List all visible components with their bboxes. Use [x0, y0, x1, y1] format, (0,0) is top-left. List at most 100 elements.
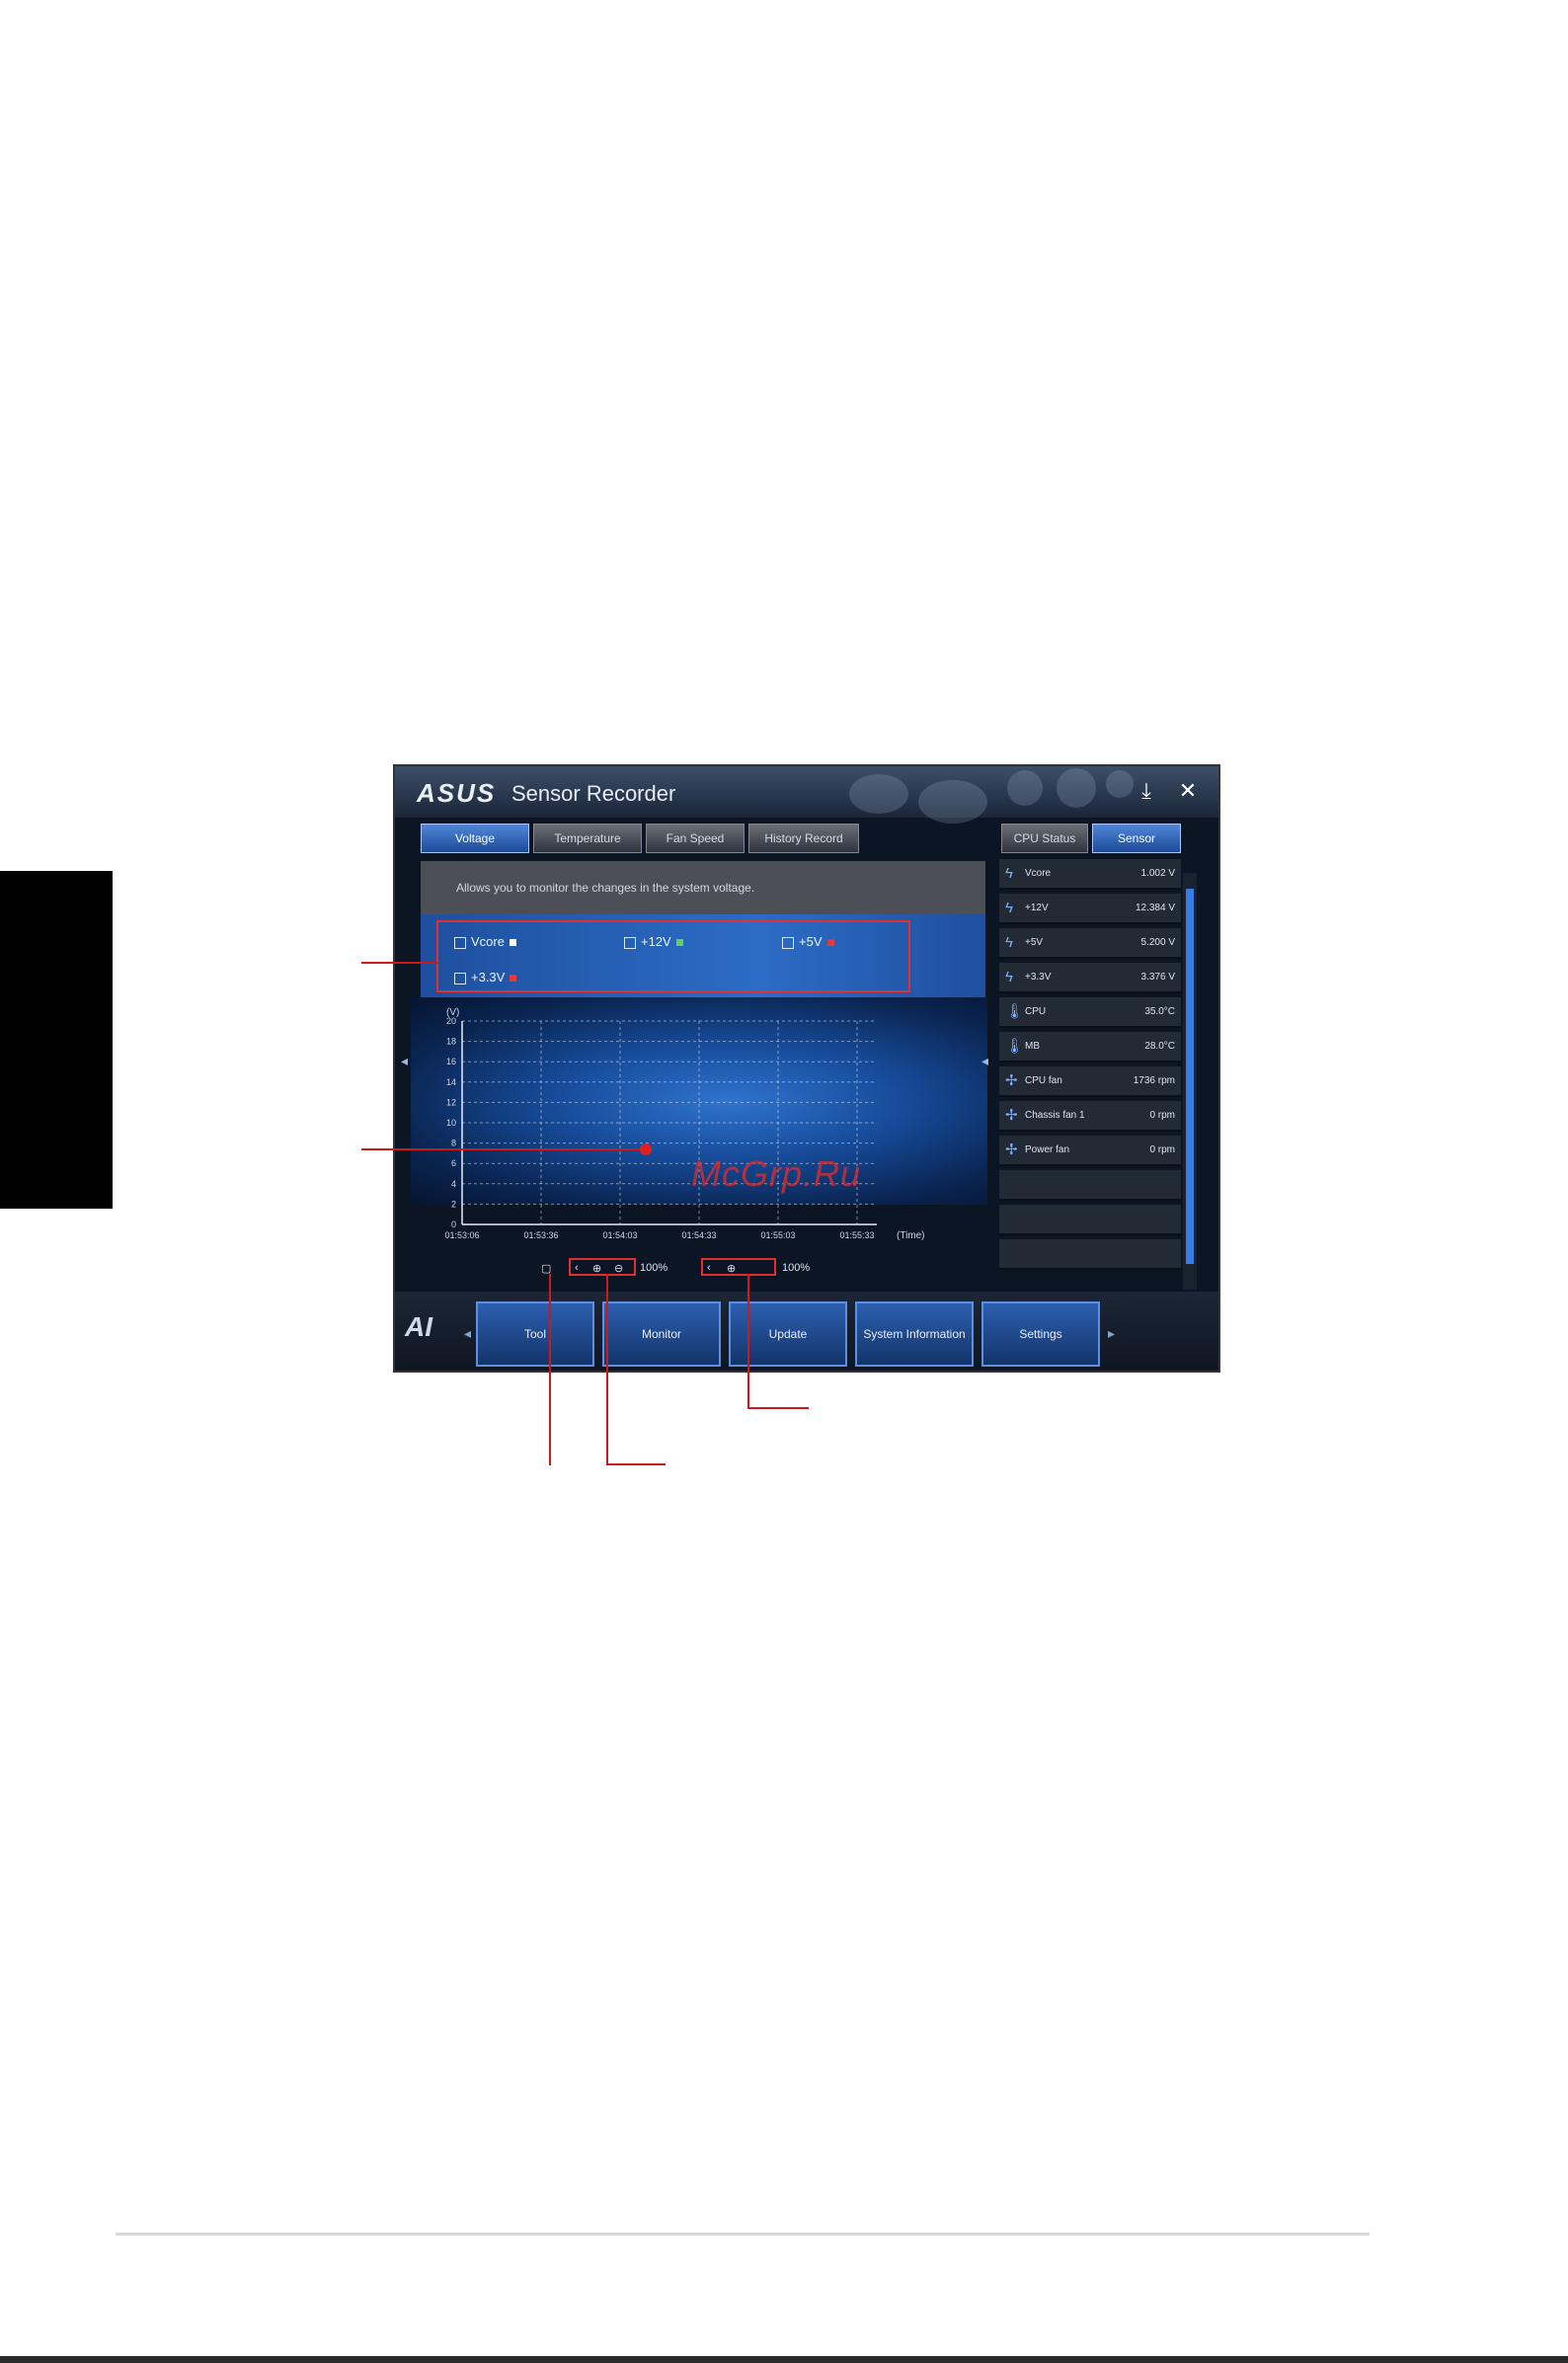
nav-scroll-right-icon[interactable]: ▸	[1108, 1325, 1115, 1342]
nav-button-update[interactable]: Update	[729, 1301, 847, 1367]
thermometer-icon: 🌡	[1005, 1038, 1025, 1055]
minimize-button[interactable]: ⤓	[1134, 778, 1159, 804]
lightning-icon: ϟ	[1005, 900, 1013, 916]
horizontal-zoom-callout	[569, 1258, 636, 1276]
voltage-chart: (V)0246810121416182001:53:06 01:53:36 01:5…	[444, 1007, 925, 1241]
asus-logo: ASUS	[417, 778, 497, 808]
sensor-recorder-window: ASUS Sensor Recorder ⤓ ✕ Voltage Tempera…	[393, 764, 1220, 1373]
nav-button-settings[interactable]: Settings	[981, 1301, 1100, 1367]
sensor-row-12v: ϟ +12V 12.384 V	[999, 894, 1181, 924]
checkbox-3-3v[interactable]: +3.3V	[454, 970, 517, 985]
callout-line-horizontal-zoom-h	[606, 1463, 666, 1465]
sensor-row-empty	[999, 1239, 1181, 1270]
sensor-label: +12V	[1025, 903, 1049, 913]
callout-line-vertical-zoom	[747, 1274, 749, 1408]
close-button[interactable]: ✕	[1175, 778, 1201, 804]
fan-icon: ✢	[1005, 1072, 1018, 1089]
y-tick-label: 12	[446, 1097, 456, 1107]
sensor-row-5v: ϟ +5V 5.200 V	[999, 928, 1181, 959]
y-tick-label: 18	[446, 1037, 456, 1047]
sensor-label: MB	[1025, 1041, 1040, 1052]
scroll-down-icon[interactable]: ‹	[707, 1262, 711, 1274]
lightning-icon: ϟ	[1005, 934, 1013, 951]
sensor-value: 0 rpm	[1149, 1110, 1175, 1121]
tab-history-record[interactable]: History Record	[748, 824, 859, 853]
tab-temperature[interactable]: Temperature	[533, 824, 642, 853]
x-tick-label: 01:55:33	[839, 1230, 874, 1240]
checkbox-icon	[624, 936, 636, 949]
nav-button-monitor[interactable]: Monitor	[602, 1301, 721, 1367]
nav-button-tool[interactable]: Tool	[476, 1301, 594, 1367]
sensor-value: 0 rpm	[1149, 1144, 1175, 1155]
checkbox-icon	[454, 972, 466, 985]
x-tick-label: 01:55:03	[760, 1230, 795, 1240]
sensor-label: +3.3V	[1025, 972, 1052, 983]
sensor-value: 1.002 V	[1140, 868, 1175, 879]
scroll-left-icon[interactable]: ‹	[575, 1262, 579, 1274]
x-tick-label: 01:54:03	[602, 1230, 637, 1240]
sensor-label: CPU fan	[1025, 1075, 1062, 1086]
callout-line-vertical-zoom-h	[747, 1407, 809, 1409]
sensor-value: 3.376 V	[1140, 972, 1175, 983]
checkbox-icon	[454, 936, 466, 949]
fan-icon: ✢	[1005, 1107, 1018, 1124]
sensor-label: Vcore	[1025, 868, 1052, 879]
tab-voltage[interactable]: Voltage	[421, 824, 529, 853]
y-tick-label: 20	[446, 1016, 456, 1026]
checkbox-label: +3.3V	[471, 970, 506, 985]
x-axis-label: (Time)	[897, 1230, 925, 1241]
chapter-side-tab	[0, 871, 113, 1209]
callout-line-checkboxes	[361, 962, 438, 964]
fan-icon: ✢	[1005, 1142, 1018, 1158]
sensor-row-mb: 🌡 MB 28.0°C	[999, 1032, 1181, 1063]
vertical-zoom-in-icon[interactable]: ⊕	[727, 1262, 736, 1275]
sensor-value: 35.0°C	[1144, 1006, 1175, 1017]
checkbox-icon	[782, 936, 794, 949]
vertical-zoom-callout	[701, 1258, 776, 1276]
sensor-row-empty	[999, 1170, 1181, 1201]
lightning-icon: ϟ	[1005, 865, 1013, 882]
vertical-zoom-level: 100%	[782, 1262, 811, 1274]
y-tick-label: 4	[451, 1179, 456, 1189]
checkbox-vcore[interactable]: Vcore	[454, 934, 516, 949]
zoom-in-icon[interactable]: ⊕	[592, 1262, 601, 1275]
sensor-row-cpu-fan: ✢ CPU fan 1736 rpm	[999, 1066, 1181, 1097]
window-title: Sensor Recorder	[511, 781, 676, 806]
nav-scroll-left-icon[interactable]: ◂	[464, 1325, 471, 1342]
zoom-out-icon[interactable]: ⊖	[614, 1262, 623, 1275]
callout-line-horizontal-zoom	[606, 1274, 608, 1465]
sensor-value: 1736 rpm	[1133, 1075, 1175, 1086]
sensor-label: Chassis fan 1	[1025, 1110, 1085, 1121]
bottom-navigation: AI ◂ Tool Monitor Update System Informat…	[395, 1292, 1218, 1371]
checkbox-12v[interactable]: +12V	[624, 934, 683, 949]
sensor-label: Power fan	[1025, 1144, 1070, 1155]
lightning-icon: ϟ	[1005, 969, 1013, 985]
sensor-row-3-3v: ϟ +3.3V 3.376 V	[999, 963, 1181, 993]
checkbox-5v[interactable]: +5V	[782, 934, 834, 949]
horizontal-zoom-level: 100%	[640, 1262, 668, 1274]
y-tick-label: 2	[451, 1199, 456, 1209]
titlebar-decoration	[820, 766, 1145, 824]
sensor-value: 12.384 V	[1135, 903, 1175, 913]
bottom-strip	[0, 2356, 1568, 2363]
tab-fan-speed[interactable]: Fan Speed	[646, 824, 745, 853]
footer-rule	[116, 2233, 1370, 2236]
checkbox-label: +5V	[799, 934, 823, 949]
y-tick-label: 16	[446, 1057, 456, 1066]
collapse-left-arrow-icon[interactable]: ◂	[401, 1053, 408, 1069]
y-tick-label: 8	[451, 1139, 456, 1148]
nav-button-system-information[interactable]: System Information	[855, 1301, 974, 1367]
x-tick-label: 01:54:33	[681, 1230, 716, 1240]
sensor-row-chassis-fan-1: ✢ Chassis fan 1 0 rpm	[999, 1101, 1181, 1132]
legend-swatch	[509, 939, 516, 947]
scrollbar-thumb[interactable]	[1186, 889, 1194, 1264]
sensor-scrollbar[interactable]	[1183, 873, 1197, 1290]
legend-swatch	[675, 939, 683, 947]
y-tick-label: 14	[446, 1077, 456, 1087]
x-tick-label: 01:53:06	[444, 1230, 479, 1240]
sensor-row-power-fan: ✢ Power fan 0 rpm	[999, 1136, 1181, 1166]
callout-line-chart	[361, 1148, 648, 1150]
checkbox-label: +12V	[641, 934, 671, 949]
sensor-label: +5V	[1025, 937, 1044, 948]
callout-dot-chart	[640, 1143, 652, 1155]
